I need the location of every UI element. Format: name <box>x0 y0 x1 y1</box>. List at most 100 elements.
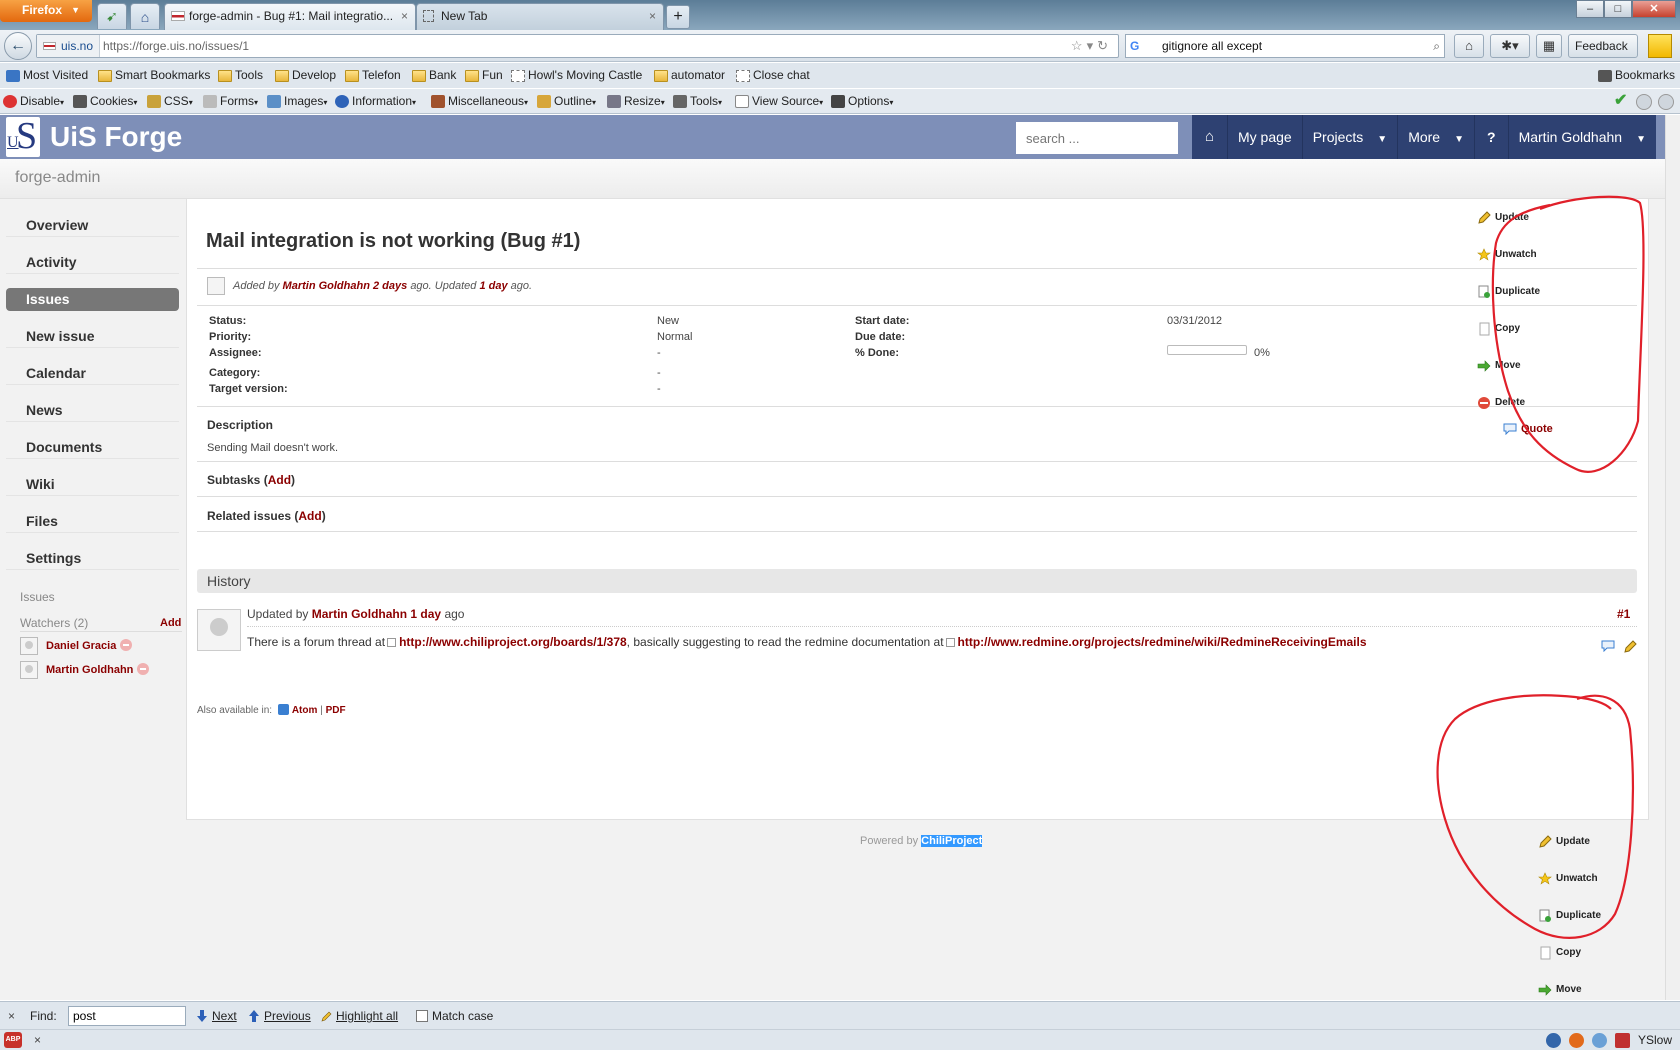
updated-time-link[interactable]: 1 day <box>479 280 507 292</box>
yellow-addon-icon[interactable] <box>1648 34 1672 58</box>
grid-button[interactable]: ▦ <box>1536 34 1562 58</box>
author-link[interactable]: Martin Goldhahn <box>283 280 370 292</box>
find-input[interactable] <box>68 1006 186 1026</box>
menu-projects[interactable]: Projects ▼ <box>1303 115 1399 159</box>
update-button[interactable]: Update <box>1477 209 1529 227</box>
sidebar-item-wiki[interactable]: Wiki <box>6 473 179 496</box>
find-previous-button[interactable]: Previous <box>246 1002 311 1030</box>
chiliproject-link[interactable]: ChiliProject <box>921 835 983 847</box>
bookmark-telefon[interactable]: Telefon <box>343 63 401 88</box>
menu-help[interactable]: ? <box>1475 115 1509 159</box>
webdev-outline[interactable]: Outline▾ <box>536 89 596 115</box>
sidebar-item-news[interactable]: News <box>6 399 179 422</box>
webdev-information[interactable]: Information▾ <box>334 89 416 115</box>
sidebar-item-issues[interactable]: Issues <box>6 288 179 311</box>
copy-button[interactable]: Copy <box>1538 944 1581 962</box>
close-find-bar-icon[interactable]: × <box>8 1002 15 1030</box>
watcher-name[interactable]: Martin Goldhahn <box>46 664 133 676</box>
pencil-icon[interactable] <box>1623 640 1637 654</box>
sidebar-item-files[interactable]: Files <box>6 510 179 533</box>
bookmark-fun[interactable]: Fun <box>463 63 503 88</box>
bookmarks-menu-button[interactable]: Bookmarks <box>1596 63 1675 88</box>
move-button[interactable]: Move <box>1477 357 1521 375</box>
search-bar[interactable]: G gitignore all except ⌕ <box>1125 34 1445 58</box>
pinned-tab-home[interactable]: ⌂ <box>130 3 160 29</box>
webdev-css[interactable]: CSS▾ <box>146 89 193 115</box>
unwatch-button[interactable]: Unwatch <box>1477 246 1537 264</box>
site-search-input[interactable] <box>1016 122 1178 154</box>
journal-author-link[interactable]: Martin Goldhahn <box>312 607 407 621</box>
back-button[interactable]: ← <box>4 32 32 60</box>
menu-user[interactable]: Martin Goldhahn ▼ <box>1509 115 1656 159</box>
move-button[interactable]: Move <box>1538 981 1582 999</box>
webdev-cookies[interactable]: Cookies▾ <box>72 89 137 115</box>
new-tab-button[interactable]: + <box>666 5 690 29</box>
reload-icon[interactable]: ↻ <box>1097 38 1112 53</box>
speech-bubble-icon[interactable] <box>1601 640 1615 652</box>
remove-icon[interactable] <box>120 639 133 651</box>
bookmark-tools[interactable]: Tools <box>216 63 263 88</box>
close-status-icon[interactable]: × <box>34 1030 41 1050</box>
atom-link[interactable]: Atom <box>292 705 318 716</box>
quote-link[interactable]: Quote <box>1503 423 1553 435</box>
addon-s-icon[interactable] <box>1545 1032 1561 1048</box>
sidebar-item-activity[interactable]: Activity <box>6 251 179 274</box>
site-identity[interactable]: uis.no <box>37 35 101 57</box>
close-tab-icon[interactable]: × <box>649 4 656 29</box>
unwatch-button[interactable]: Unwatch <box>1538 870 1598 888</box>
add-related-issue-link[interactable]: Add <box>298 509 321 523</box>
match-case-checkbox[interactable]: Match case <box>414 1002 493 1030</box>
firefox-icon[interactable] <box>1568 1032 1584 1048</box>
maximize-button[interactable]: □ <box>1604 0 1632 18</box>
journal-number-link[interactable]: #1 <box>1617 607 1630 621</box>
uis-logo[interactable]: US <box>6 115 40 157</box>
tab-forge-admin[interactable]: forge-admin - Bug #1: Mail integratio...… <box>164 3 416 30</box>
menu-more[interactable]: More ▼ <box>1398 115 1475 159</box>
webdev-miscellaneous[interactable]: Miscellaneous▾ <box>430 89 528 115</box>
bookmark-automator[interactable]: automator <box>652 63 725 88</box>
webdev-forms[interactable]: Forms▾ <box>202 89 258 115</box>
sidebar-item-overview[interactable]: Overview <box>6 214 179 237</box>
close-window-button[interactable]: ✕ <box>1632 0 1676 18</box>
yslow-icon[interactable] <box>1614 1032 1630 1048</box>
pinned-tab-bird[interactable]: ➹ <box>97 3 127 29</box>
watcher-name[interactable]: Daniel Gracia <box>46 640 116 652</box>
firefox-menu-button[interactable]: Firefox ▼ <box>0 0 92 22</box>
highlight-all-button[interactable]: Highlight all <box>318 1002 398 1030</box>
add-watcher-link[interactable]: Add <box>160 617 181 629</box>
home-button[interactable]: ⌂ <box>1454 34 1484 58</box>
minimize-button[interactable]: – <box>1576 0 1604 18</box>
duplicate-button[interactable]: Duplicate <box>1538 907 1601 925</box>
webdev-disable[interactable]: Disable▾ <box>2 89 64 115</box>
sidebar-item-new-issue[interactable]: New issue <box>6 325 179 348</box>
url-bar[interactable]: uis.no https://forge.uis.no/issues/1 ☆▾↻ <box>36 34 1119 58</box>
bookmark-develop[interactable]: Develop <box>273 63 336 88</box>
page-scrollbar[interactable] <box>1665 115 1680 1000</box>
globe-icon[interactable] <box>1591 1032 1607 1048</box>
chevron-down-icon[interactable]: ▾ <box>1087 38 1098 53</box>
webdev-images[interactable]: Images▾ <box>266 89 327 115</box>
sidebar-item-documents[interactable]: Documents <box>6 436 179 459</box>
webdev-options[interactable]: Options▾ <box>830 89 893 115</box>
search-icon[interactable]: ⌕ <box>1433 35 1440 57</box>
find-next-button[interactable]: Next <box>194 1002 237 1030</box>
home-menu-item[interactable]: ⌂ <box>1192 115 1228 159</box>
addon-button[interactable]: ✱▾ <box>1490 34 1530 58</box>
close-tab-icon[interactable]: × <box>401 4 408 29</box>
sidebar-item-settings[interactable]: Settings <box>6 547 179 570</box>
menu-my-page[interactable]: My page <box>1228 115 1303 159</box>
bookmark-howls-moving-castle[interactable]: Howl's Moving Castle <box>509 63 642 88</box>
remove-icon[interactable] <box>137 663 150 675</box>
webdev-resize[interactable]: Resize▾ <box>606 89 665 115</box>
delete-button[interactable]: Delete <box>1477 394 1525 412</box>
copy-button[interactable]: Copy <box>1477 320 1520 338</box>
sidebar-item-calendar[interactable]: Calendar <box>6 362 179 385</box>
update-button[interactable]: Update <box>1538 833 1590 851</box>
feedback-button[interactable]: Feedback ▼ <box>1568 34 1638 74</box>
star-icon[interactable]: ☆ <box>1071 38 1087 53</box>
site-title[interactable]: UiS Forge <box>50 118 182 156</box>
bookmark-smart-bookmarks[interactable]: Smart Bookmarks <box>96 63 210 88</box>
bookmark-most-visited[interactable]: Most Visited <box>4 63 88 88</box>
bookmark-close-chat[interactable]: Close chat <box>734 63 810 88</box>
webdev-view-source[interactable]: View Source▾ <box>734 89 823 115</box>
